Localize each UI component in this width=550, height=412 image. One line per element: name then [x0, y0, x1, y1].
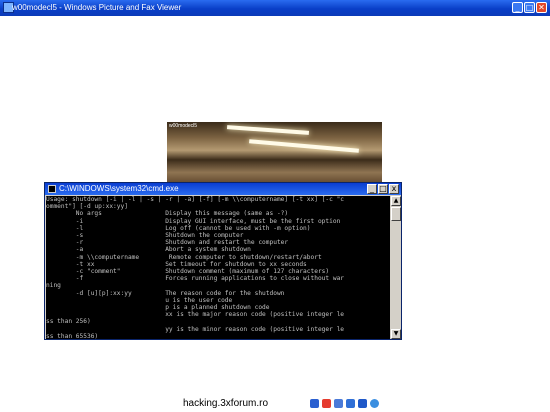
cmd-close-button[interactable]: x [389, 184, 399, 194]
cmd-minimize-button[interactable]: _ [367, 184, 377, 194]
console-line: -d [u][p]:xx:yy The reason code for the … [46, 289, 285, 297]
console-line: -s Shutdown the computer [46, 232, 244, 240]
console-line: ss than 65536) [46, 332, 99, 339]
console-output[interactable]: Usage: shutdown [-i | -l | -s | -r | -a]… [46, 196, 390, 339]
scroll-down-arrow-icon[interactable]: ▼ [391, 329, 401, 339]
ceiling-light [226, 125, 310, 135]
console-line: omment"] [-d up:xx:yy] [46, 203, 128, 211]
cmd-window[interactable]: C:\WINDOWS\system32\cmd.exe _ □ x Usage:… [44, 182, 402, 340]
cmd-maximize-button[interactable]: □ [378, 184, 388, 194]
console-line: -a Abort a system shutdown [46, 246, 251, 254]
cmd-title: C:\WINDOWS\system32\cmd.exe [59, 184, 179, 193]
window-title-bar: w00modecl5 - Windows Picture and Fax Vie… [0, 0, 550, 16]
rotate-icon[interactable] [310, 399, 319, 408]
console-line: yy is the minor reason code (positive in… [46, 325, 345, 333]
console-line: -f Forces running applications to close … [46, 275, 345, 283]
minimize-button[interactable]: _ [512, 2, 523, 13]
help-icon[interactable] [370, 399, 379, 408]
close-button[interactable]: ✕ [536, 2, 547, 13]
console-line: -r Shutdown and restart the computer [46, 239, 289, 247]
viewed-photo: w00modecl5 [167, 122, 382, 185]
console-line: -m \\computername Remote computer to shu… [46, 253, 322, 261]
edit-icon[interactable] [358, 399, 367, 408]
print-icon[interactable] [334, 399, 343, 408]
console-line: Usage: shutdown [-i | -l | -s | -r | -a]… [46, 196, 345, 203]
cmd-title-bar[interactable]: C:\WINDOWS\system32\cmd.exe _ □ x [45, 183, 401, 195]
console-line: xx is the major reason code (positive in… [46, 311, 345, 319]
scroll-thumb[interactable] [391, 207, 401, 221]
photo-overlay-text: w00modecl5 [169, 123, 198, 129]
console-line: ning [46, 282, 61, 290]
viewer-toolbar: hacking.3xforum.ro [165, 397, 380, 412]
vertical-scrollbar[interactable]: ▲ ▼ [391, 196, 401, 339]
console-line: ss than 256) [46, 318, 91, 326]
window-title: w00modecl5 - Windows Picture and Fax Vie… [12, 3, 182, 12]
console-line: -c "comment" Shutdown comment (maximum o… [46, 268, 330, 276]
console-line: -l Log off (cannot be used with -m optio… [46, 224, 311, 232]
scroll-up-arrow-icon[interactable]: ▲ [391, 196, 401, 206]
console-line: No args Display this message (same as -?… [46, 210, 289, 218]
cmd-icon [48, 185, 56, 193]
console-line: p is a planned shutdown code [46, 304, 270, 312]
site-watermark: hacking.3xforum.ro [183, 398, 269, 409]
ceiling-light [249, 139, 359, 153]
maximize-button[interactable]: □ [524, 2, 535, 13]
save-icon[interactable] [346, 399, 355, 408]
console-line: -i Display GUI interface, must be the fi… [46, 217, 341, 225]
console-line: u is the user code [46, 296, 233, 304]
console-line: -t xx Set timeout for shutdown to xx sec… [46, 260, 307, 268]
delete-icon[interactable] [322, 399, 331, 408]
